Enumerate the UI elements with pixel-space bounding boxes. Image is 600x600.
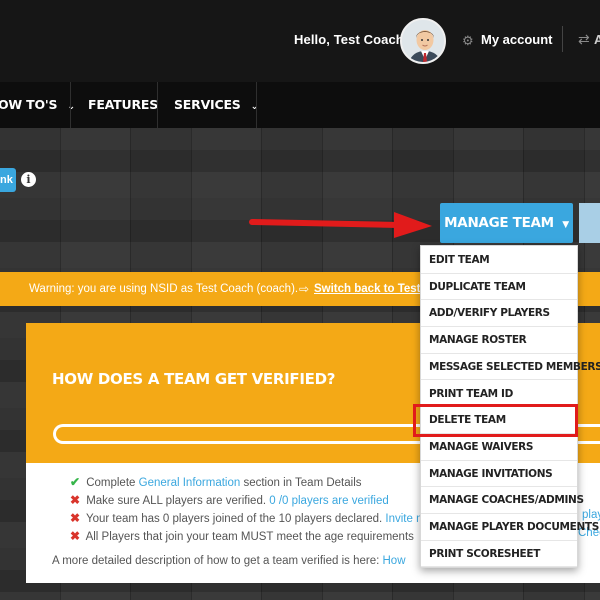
menu-item-manage-player-documents[interactable]: MANAGE PLAYER DOCUMENTS [421, 514, 599, 541]
check-icon: ✔ [70, 475, 81, 489]
main-nav: OW TO'S ⌄ FEATURES SERVICES ⌄ [0, 82, 600, 128]
general-information-link[interactable]: General Information [139, 477, 241, 489]
cross-icon: ✖ [70, 511, 81, 525]
gear-icon: ⚙ [462, 33, 474, 48]
menu-item-manage-coaches-admins[interactable]: MANAGE COACHES/ADMINS [421, 487, 584, 514]
red-arrow-annotation [249, 212, 432, 238]
switch-user-icon: ⇨ [299, 282, 310, 296]
checklist-text: All Players that join your team MUST mee… [85, 531, 414, 543]
menu-item-manage-roster[interactable]: MANAGE ROSTER [421, 327, 577, 354]
list-item: ✔ Complete General Information section i… [70, 473, 426, 491]
how-to-link[interactable]: How [383, 555, 406, 567]
checklist-text: Your team has 0 players joined of the 10… [86, 513, 386, 525]
switch-back-link[interactable]: Switch back to Test [314, 283, 421, 295]
nav-item-label: FEATURES [88, 97, 159, 112]
avatar[interactable] [400, 18, 446, 64]
verification-checklist: ✔ Complete General Information section i… [70, 473, 426, 545]
swap-icon[interactable]: ⇄ [578, 31, 590, 48]
cross-icon: ✖ [70, 493, 81, 507]
chevron-down-icon: ⌄ [250, 102, 259, 112]
players-verified-link[interactable]: 0 /0 players are verified [269, 495, 389, 507]
verification-description: A more detailed description of how to ge… [52, 555, 406, 567]
header-divider [562, 26, 563, 52]
nav-item-how-tos[interactable]: OW TO'S ⌄ [0, 82, 75, 128]
description-text: A more detailed description of how to ge… [52, 555, 383, 567]
warning-text: Warning: you are using NSID as Test Coac… [29, 283, 299, 295]
swap-label[interactable]: A [594, 32, 600, 47]
nav-divider [157, 82, 158, 128]
checklist-text: Make sure ALL players are verified. [86, 495, 270, 507]
manage-team-button[interactable]: MANAGE TEAM ▼ [440, 203, 573, 243]
menu-item-manage-waivers[interactable]: MANAGE WAIVERS [421, 434, 577, 461]
list-item: ✖ Your team has 0 players joined of the … [70, 509, 426, 527]
nav-item-features[interactable]: FEATURES [88, 82, 158, 128]
delete-team-highlight [413, 404, 578, 437]
checklist-text: Complete [86, 477, 139, 489]
list-item: ✖ Make sure ALL players are verified. 0 … [70, 491, 426, 509]
panel-title: HOW DOES A TEAM GET VERIFIED? [52, 370, 336, 388]
greeting-text: Hello, Test Coach [294, 32, 404, 47]
cross-icon: ✖ [70, 529, 81, 543]
menu-item-edit-team[interactable]: EDIT TEAM [421, 247, 577, 274]
nav-divider [256, 82, 257, 128]
menu-item-print-scoresheet[interactable]: PRINT SCORESHEET [421, 541, 577, 568]
clipped-right-button[interactable] [579, 203, 600, 243]
menu-item-duplicate-team[interactable]: DUPLICATE TEAM [421, 274, 577, 301]
nav-divider [70, 82, 71, 128]
avatar-icon [402, 20, 444, 62]
my-account-link[interactable]: My account [481, 32, 553, 47]
info-icon[interactable]: i [21, 172, 36, 187]
menu-item-manage-invitations[interactable]: MANAGE INVITATIONS [421, 461, 577, 488]
nav-item-label: OW TO'S [0, 97, 58, 112]
clipped-left-button[interactable]: nk [0, 168, 16, 192]
menu-item-add-verify-players[interactable]: ADD/VERIFY PLAYERS [421, 300, 577, 328]
chevron-down-icon: ⌄ [67, 102, 76, 112]
checklist-text: section in Team Details [240, 477, 362, 489]
nav-item-label: SERVICES [174, 97, 241, 112]
nav-item-services[interactable]: SERVICES ⌄ [174, 82, 258, 128]
top-header: Hello, Test Coach ⚙ My account ⇄ A [0, 0, 600, 82]
caret-down-icon: ▼ [562, 220, 569, 230]
menu-item-message-selected-members[interactable]: MESSAGE SELECTED MEMBERS [421, 354, 600, 381]
list-item: ✖ All Players that join your team MUST m… [70, 527, 426, 545]
manage-team-label: MANAGE TEAM [444, 215, 554, 231]
